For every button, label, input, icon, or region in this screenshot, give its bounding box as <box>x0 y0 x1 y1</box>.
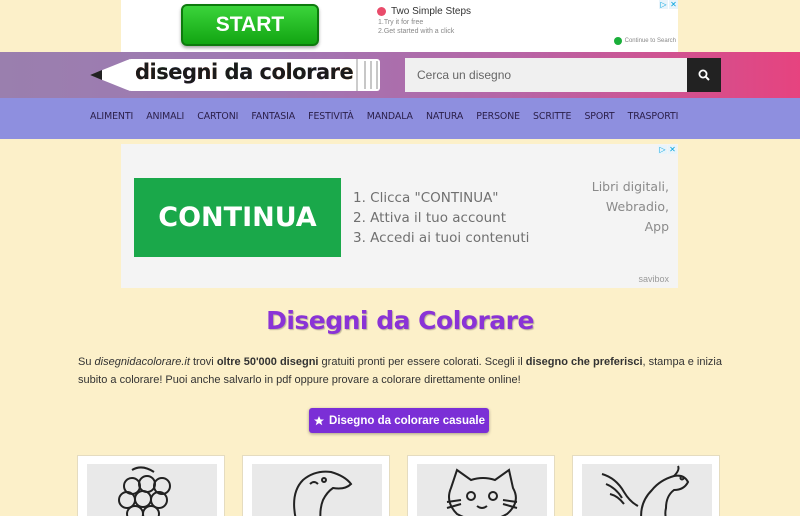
ad-brand: savibox <box>638 274 669 284</box>
ad-features: Libri digitali, Webradio, App <box>592 177 669 237</box>
intro-part: trovi <box>189 356 217 368</box>
logo-letter: c <box>259 60 272 84</box>
logo-letter: s <box>156 60 169 84</box>
pencil-end <box>356 59 380 91</box>
top-advertisement[interactable]: START Two Simple Steps 1.Try it for free… <box>121 0 678 52</box>
ad-continua-button[interactable]: CONTINUA <box>134 178 341 257</box>
search-form <box>405 58 721 92</box>
search-icon <box>698 69 710 81</box>
ad-feature-2: Webradio, <box>605 199 669 214</box>
banner-advertisement[interactable]: ▷ ✕ CONTINUA 1. Clicca "CONTINUA" 2. Atti… <box>121 144 678 288</box>
nav-item-mandala[interactable]: MANDALA <box>367 111 413 122</box>
nav-item-fantasia[interactable]: FANTASIA <box>251 111 295 122</box>
cat-thumbnail[interactable] <box>417 464 547 516</box>
ad-feature-3: App <box>644 219 669 234</box>
logo-letter: n <box>196 60 212 84</box>
drawing-count: oltre 50'000 disegni <box>216 356 319 368</box>
ad-step-2: 2.Get started with a click <box>378 28 455 35</box>
star-icon <box>314 415 325 425</box>
drawing-card[interactable] <box>77 455 225 516</box>
ad-info-icon[interactable]: ▷ <box>659 0 668 9</box>
logo-letter <box>218 60 225 84</box>
ad-close-icon[interactable]: ✕ <box>668 145 677 154</box>
logo-letter: r <box>306 60 316 84</box>
nav-item-sport[interactable]: SPORT <box>584 111 614 122</box>
nav-item-trasporti[interactable]: TRASPORTI <box>628 111 679 122</box>
ad-step-3: 3. Accedi ai tuoi contenuti <box>353 230 530 246</box>
drawing-card[interactable] <box>242 455 390 516</box>
search-input[interactable] <box>405 58 687 92</box>
ad-continue[interactable]: Continue to Search <box>613 37 676 45</box>
ad-info-icon[interactable]: ▷ <box>658 145 667 154</box>
ad-choices[interactable]: ▷ ✕ <box>659 0 678 9</box>
logo-letter: d <box>135 60 150 84</box>
logo-letter: r <box>329 60 340 84</box>
ad-step-list: 1. Clicca "CONTINUA" 2. Attiva il tuo ac… <box>353 188 529 248</box>
nav-item-festivita[interactable]: FESTIVITÀ <box>308 111 354 122</box>
nav-item-scritte[interactable]: SCRITTE <box>533 111 571 122</box>
site-name: disegnidacolorare.it <box>94 356 190 368</box>
nav-item-cartoni[interactable]: CARTONI <box>197 111 238 122</box>
ad-steps-title: Two Simple Steps <box>391 6 472 17</box>
grapes-thumbnail[interactable] <box>87 464 217 516</box>
choose-drawing: disegno che preferisci <box>525 356 643 368</box>
ad-step-1: 1.Try it for free <box>378 19 424 26</box>
site-header: disegni da colorare <box>0 52 800 98</box>
logo-letter: d <box>224 60 240 84</box>
camel-thumbnail[interactable] <box>252 464 382 516</box>
category-nav: ALIMENTI ANIMALI CARTONI FANTASIA FESTIV… <box>0 98 800 139</box>
ad-steps: Two Simple Steps 1.Try it for free 2.Get… <box>377 6 677 35</box>
ad-logo-icon <box>377 7 386 16</box>
nav-item-persone[interactable]: PERSONE <box>476 111 520 122</box>
intro-part: gratuiti pronti per essere colorati. Sce… <box>318 356 526 368</box>
page-title: Disegni da Colorare <box>266 306 534 335</box>
ad-continue-text: Continue to Search <box>624 38 676 44</box>
pegasus-thumbnail[interactable] <box>582 464 712 516</box>
ad-step-1: 1. Clicca "CONTINUA" <box>353 190 499 206</box>
intro-text: Su disegnidacolorare.it trovi oltre 50'0… <box>78 353 728 389</box>
ad-feature-1: Libri digitali, <box>591 179 669 194</box>
check-icon <box>613 37 622 45</box>
ad-close-icon[interactable]: ✕ <box>669 0 678 9</box>
drawing-grid <box>77 455 720 516</box>
nav-item-animali[interactable]: ANIMALI <box>146 111 184 122</box>
intro-part: Su <box>78 356 95 368</box>
ad-step-2: 2. Attiva il tuo account <box>353 210 507 226</box>
random-drawing-button[interactable]: Disegno da colorare casuale <box>309 408 489 433</box>
logo-letter: a <box>239 60 253 84</box>
site-logo[interactable]: disegni da colorare <box>90 59 380 91</box>
drawing-card[interactable] <box>572 455 720 516</box>
logo-text: disegni da colorare <box>135 60 354 84</box>
drawing-card[interactable] <box>407 455 555 516</box>
pencil-lead <box>90 70 102 80</box>
ad-start-button[interactable]: START <box>181 4 319 46</box>
logo-letter: g <box>182 60 197 84</box>
logo-letter: i <box>211 60 218 84</box>
logo-letter: o <box>271 60 286 84</box>
nav-item-alimenti[interactable]: ALIMENTI <box>90 111 133 122</box>
nav-item-natura[interactable]: NATURA <box>426 111 463 122</box>
logo-letter: e <box>339 60 354 84</box>
logo-letter <box>253 60 260 84</box>
search-button[interactable] <box>687 58 721 92</box>
random-drawing-label: Disegno da colorare casuale <box>329 414 485 427</box>
ad-choices[interactable]: ▷ ✕ <box>658 145 677 154</box>
logo-letter: o <box>292 60 307 84</box>
logo-letter: e <box>168 60 182 84</box>
logo-letter: a <box>315 60 330 84</box>
